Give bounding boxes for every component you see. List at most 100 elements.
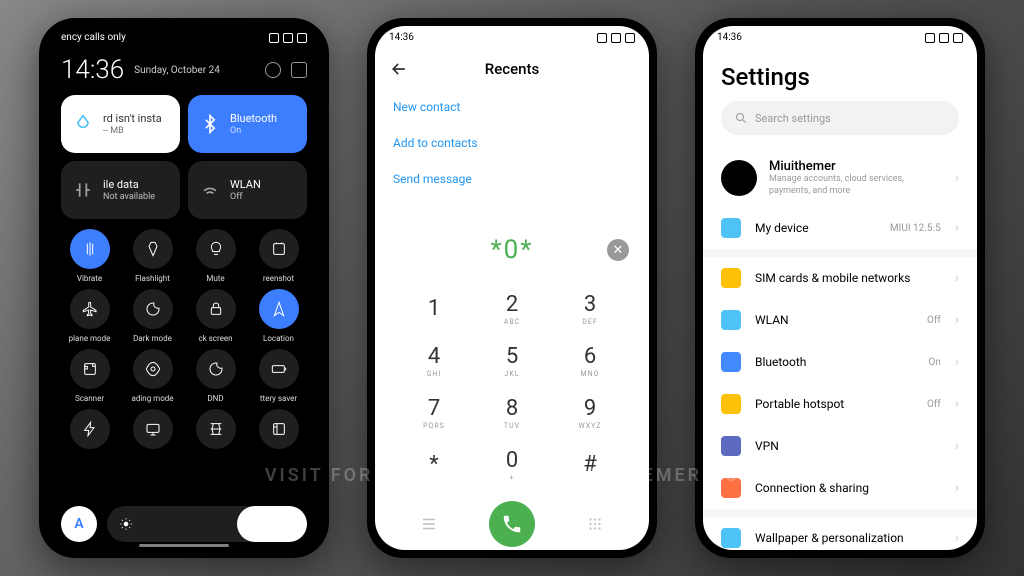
phone-control-center: ency calls only 14:36 Sunday, October 24… — [39, 18, 329, 558]
item-value: Off — [927, 315, 941, 326]
chevron-right-icon: › — [955, 530, 959, 546]
key-2[interactable]: 2ABC — [473, 283, 551, 335]
toggle-reenshot[interactable]: reenshot — [250, 229, 307, 283]
key-1[interactable]: 1 — [395, 283, 473, 335]
toggle-item[interactable] — [61, 409, 118, 454]
key-#[interactable]: # — [551, 439, 629, 491]
settings-icon[interactable] — [265, 62, 281, 78]
status-time: 14:36 — [389, 32, 414, 43]
chevron-right-icon: › — [955, 438, 959, 454]
key-9[interactable]: 9WXYZ — [551, 387, 629, 439]
toggle-icon — [145, 421, 161, 437]
toggle-Vibrate[interactable]: Vibrate — [61, 229, 118, 283]
toggle-label: Flashlight — [135, 274, 170, 283]
toggle-item[interactable] — [124, 409, 181, 454]
settings-item[interactable]: Connection & sharing› — [703, 467, 977, 509]
profile-row[interactable]: Miuithemer Manage accounts, cloud servic… — [703, 149, 977, 207]
key-3[interactable]: 3DEF — [551, 283, 629, 335]
settings-item[interactable]: My deviceMIUI 12.5.5› — [703, 207, 977, 249]
item-label: SIM cards & mobile networks — [755, 271, 927, 285]
settings-item[interactable]: Portable hotspotOff› — [703, 383, 977, 425]
toggle-icon — [82, 241, 98, 257]
settings-item[interactable]: SIM cards & mobile networks› — [703, 257, 977, 299]
toggle-Mute[interactable]: Mute — [187, 229, 244, 283]
toggle-Location[interactable]: Location — [250, 289, 307, 343]
item-icon — [721, 394, 741, 414]
tile-wlan[interactable]: WLANOff — [188, 161, 307, 219]
edit-icon[interactable] — [291, 62, 307, 78]
toggle-label: Vibrate — [77, 274, 102, 283]
toggle-ttery saver[interactable]: ttery saver — [250, 349, 307, 403]
toggle-label: plane mode — [69, 334, 111, 343]
toggle-icon — [145, 241, 161, 257]
settings-item[interactable]: VPN› — [703, 425, 977, 467]
action-link[interactable]: New contact — [393, 89, 631, 125]
signal-icon — [283, 33, 293, 43]
toggle-icon — [82, 301, 98, 317]
data-icon — [73, 180, 93, 200]
item-label: Connection & sharing — [755, 481, 927, 495]
toggle-icon — [145, 301, 161, 317]
toggle-item[interactable] — [250, 409, 307, 454]
back-icon[interactable] — [389, 59, 409, 79]
settings-item[interactable]: Wallpaper & personalization› — [703, 517, 977, 550]
item-icon — [721, 436, 741, 456]
separator — [703, 249, 977, 257]
search-placeholder: Search settings — [755, 112, 831, 125]
toggle-plane mode[interactable]: plane mode — [61, 289, 118, 343]
settings-item[interactable]: BluetoothOn› — [703, 341, 977, 383]
dialpad-icon[interactable] — [586, 515, 604, 533]
toggle-DND[interactable]: DND — [187, 349, 244, 403]
clear-button[interactable]: ✕ — [607, 239, 629, 261]
key-7[interactable]: 7PQRS — [395, 387, 473, 439]
key-*[interactable]: * — [395, 439, 473, 491]
alarm-icon — [269, 33, 279, 43]
tile-mobile-data[interactable]: ile dataNot available — [61, 161, 180, 219]
alarm-icon — [925, 33, 935, 43]
toggle-label: ck screen — [198, 334, 232, 343]
item-label: My device — [755, 221, 876, 235]
tile-bluetooth[interactable]: BluetoothOn — [188, 95, 307, 153]
toggle-label: Dark mode — [133, 334, 172, 343]
toggle-label: DND — [207, 394, 223, 403]
toggle-ading mode[interactable]: ading mode — [124, 349, 181, 403]
toggle-item[interactable] — [187, 409, 244, 454]
clock: 14:36 — [61, 55, 124, 85]
toggle-label: ading mode — [131, 394, 173, 403]
action-link[interactable]: Send message — [393, 161, 631, 197]
call-button[interactable] — [489, 501, 535, 547]
battery-icon — [625, 33, 635, 43]
toggle-icon — [82, 361, 98, 377]
search-input[interactable]: Search settings — [721, 101, 959, 135]
brightness-slider[interactable] — [107, 506, 307, 542]
page-title: Recents — [409, 60, 615, 78]
key-5[interactable]: 5JKL — [473, 335, 551, 387]
key-6[interactable]: 6MNO — [551, 335, 629, 387]
profile-name: Miuithemer — [769, 159, 943, 174]
phone-dialer: 14:36 Recents New contactAdd to contacts… — [367, 18, 657, 558]
key-8[interactable]: 8TUV — [473, 387, 551, 439]
key-4[interactable]: 4GHI — [395, 335, 473, 387]
signal-icon — [611, 33, 621, 43]
nav-bar[interactable] — [139, 544, 229, 547]
tile-sim-card[interactable]: rd isn't insta-- MB — [61, 95, 180, 153]
toggle-ck screen[interactable]: ck screen — [187, 289, 244, 343]
wifi-icon — [200, 180, 220, 200]
item-label: Bluetooth — [755, 355, 914, 369]
toggle-Dark mode[interactable]: Dark mode — [124, 289, 181, 343]
toggle-Flashlight[interactable]: Flashlight — [124, 229, 181, 283]
toggle-icon — [271, 361, 287, 377]
toggle-label: Mute — [206, 274, 224, 283]
menu-icon[interactable] — [420, 515, 438, 533]
toggle-label: ttery saver — [260, 394, 297, 403]
auto-brightness-button[interactable]: A — [61, 506, 97, 542]
settings-item[interactable]: WLANOff› — [703, 299, 977, 341]
battery-icon — [297, 33, 307, 43]
key-0[interactable]: 0+ — [473, 439, 551, 491]
chevron-right-icon: › — [955, 220, 959, 236]
sun-icon — [119, 517, 133, 531]
toggle-icon — [208, 301, 224, 317]
action-link[interactable]: Add to contacts — [393, 125, 631, 161]
toggle-Scanner[interactable]: Scanner — [61, 349, 118, 403]
toggle-icon — [208, 421, 224, 437]
